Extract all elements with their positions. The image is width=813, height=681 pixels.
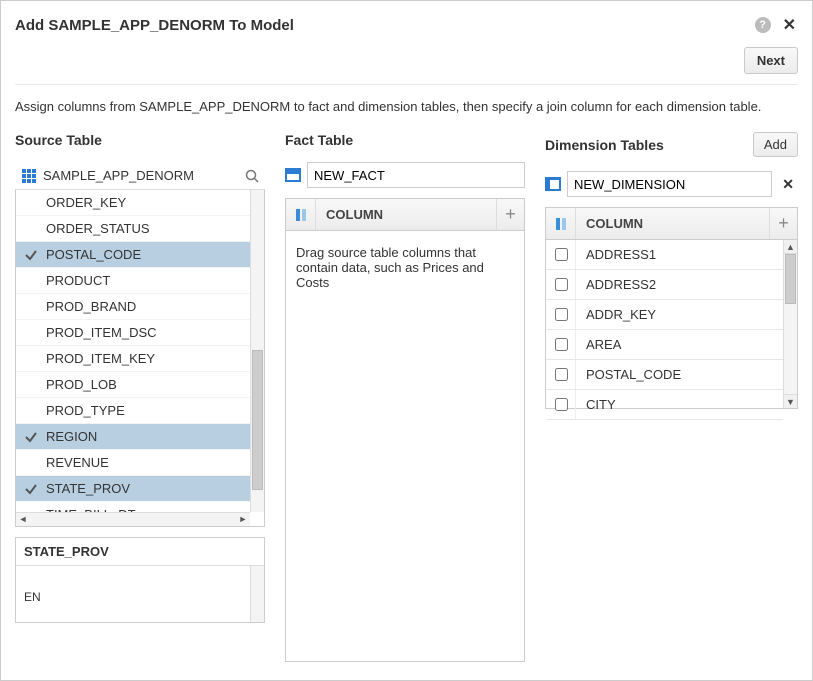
source-column-label: PROD_ITEM_KEY [46,351,155,366]
source-column-row[interactable]: PROD_TYPE [16,398,250,424]
check-icon [24,482,46,496]
dimension-column-icon [546,208,576,239]
source-column-label: POSTAL_CODE [46,247,141,262]
dimension-checkbox-cell [546,240,576,269]
dimension-checkbox-cell [546,300,576,329]
source-table-name: SAMPLE_APP_DENORM [43,168,194,183]
fact-column-header-label: COLUMN [316,207,496,222]
source-column-label: PRODUCT [46,273,110,288]
dimension-tables-section: Dimension Tables Add ✕ COLUMN + [545,132,798,409]
dimension-checkbox-cell [546,330,576,359]
dimension-column-checkbox[interactable] [555,308,568,321]
dimension-column-row[interactable]: ADDRESS2 [546,270,783,300]
dimension-column-row[interactable]: POSTAL_CODE [546,360,783,390]
fact-column-icon [286,199,316,230]
fact-table-section: Fact Table COLUMN + Drag source table co… [285,132,525,662]
column-detail-value: EN [16,566,264,612]
source-column-label: REVENUE [46,455,109,470]
dimension-vscrollbar[interactable] [783,254,797,394]
source-column-label: STATE_PROV [46,481,130,496]
dimension-column-header-label: COLUMN [576,216,769,231]
fact-table-icon [285,168,301,182]
column-detail-title: STATE_PROV [24,544,109,559]
source-column-row[interactable]: PRODUCT [16,268,250,294]
source-column-row[interactable]: ORDER_STATUS [16,216,250,242]
dimension-name-input[interactable] [567,171,772,197]
source-vscrollbar-thumb[interactable] [252,350,263,490]
dialog-title: Add SAMPLE_APP_DENORM To Model [15,17,294,34]
source-column-row[interactable]: PROD_ITEM_KEY [16,346,250,372]
dimension-checkbox-cell [546,360,576,389]
dimension-section-label: Dimension Tables [545,137,664,153]
source-column-row[interactable]: PROD_ITEM_DSC [16,320,250,346]
dimension-scroll-down-icon[interactable]: ▼ [783,394,797,408]
dimension-column-label: ADDRESS1 [576,247,666,262]
source-columns-list: ORDER_KEY ORDER_STATUS POSTAL_CODE PRODUCT P… [15,189,265,527]
dimension-scroll-up-icon[interactable]: ▲ [783,240,797,254]
source-vscrollbar[interactable] [250,190,264,512]
dimension-column-label: ADDR_KEY [576,307,666,322]
check-icon [24,248,46,262]
fact-placeholder-text: Drag source table columns that contain d… [296,245,484,290]
source-column-row[interactable]: POSTAL_CODE [16,242,250,268]
fact-columns-panel: COLUMN + Drag source table columns that … [285,198,525,662]
instruction-text: Assign columns from SAMPLE_APP_DENORM to… [15,85,798,132]
next-button[interactable]: Next [744,47,798,74]
dimension-checkbox-cell [546,390,576,419]
source-column-row[interactable]: PROD_LOB [16,372,250,398]
fact-dropzone[interactable]: Drag source table columns that contain d… [286,231,524,661]
add-to-model-dialog: Add SAMPLE_APP_DENORM To Model ? ✕ Next … [0,0,813,681]
source-column-row[interactable]: REGION [16,424,250,450]
wizard-button-row: Next [15,43,798,85]
source-column-row[interactable]: STATE_PROV [16,476,250,502]
dimension-column-label: POSTAL_CODE [576,367,691,382]
dimension-checkbox-cell [546,270,576,299]
source-column-label: ORDER_STATUS [46,221,150,236]
source-section-label: Source Table [15,132,102,148]
source-column-label: REGION [46,429,97,444]
source-column-label: PROD_BRAND [46,299,136,314]
dimension-column-row[interactable]: CITY [546,390,783,420]
column-detail-panel: STATE_PROV EN [15,537,265,623]
dimension-column-checkbox[interactable] [555,368,568,381]
search-icon[interactable] [245,169,259,183]
dimension-column-label: ADDRESS2 [576,277,666,292]
dimension-column-checkbox[interactable] [555,398,568,411]
dimension-add-column-icon[interactable]: + [769,208,797,239]
add-dimension-button[interactable]: Add [753,132,798,157]
dimension-column-checkbox[interactable] [555,278,568,291]
source-table-name-row: SAMPLE_APP_DENORM [15,162,265,189]
close-icon[interactable]: ✕ [781,15,798,35]
dimension-column-row[interactable]: ADDRESS1 [546,240,783,270]
remove-dimension-icon[interactable]: ✕ [778,176,798,193]
fact-add-column-icon[interactable]: + [496,199,524,230]
hscroll-left-icon[interactable]: ◄ [16,513,30,525]
hscroll-right-icon[interactable]: ► [236,513,250,525]
source-hscrollbar[interactable]: ◄ ► [16,512,250,526]
dimension-column-row[interactable]: AREA [546,330,783,360]
dimension-column-checkbox[interactable] [555,248,568,261]
dimension-column-row[interactable]: ADDR_KEY [546,300,783,330]
dimension-column-label: CITY [576,397,626,412]
source-column-label: PROD_TYPE [46,403,125,418]
fact-name-input[interactable] [307,162,525,188]
fact-section-label: Fact Table [285,132,353,148]
dimension-vscrollbar-thumb[interactable] [785,254,796,304]
dimension-column-checkbox[interactable] [555,338,568,351]
table-grid-icon [21,169,37,183]
check-icon [24,430,46,444]
source-column-label: ORDER_KEY [46,195,126,210]
dimension-columns-panel: COLUMN + ADDRESS1 ADDRESS2 ADDR_KEY AREA POS… [545,207,798,409]
source-column-row[interactable]: ORDER_KEY [16,190,250,216]
source-column-row[interactable]: PROD_BRAND [16,294,250,320]
source-column-label: PROD_LOB [46,377,117,392]
source-column-row[interactable]: REVENUE [16,450,250,476]
help-icon[interactable]: ? [755,17,771,33]
source-table-section: Source Table SAMPLE_APP_DENORM ORDER_KEY… [15,132,265,623]
dimension-column-label: AREA [576,337,631,352]
detail-vscrollbar[interactable] [250,566,264,622]
source-column-label: PROD_ITEM_DSC [46,325,157,340]
dialog-header: Add SAMPLE_APP_DENORM To Model ? ✕ [15,11,798,43]
dimension-table-icon [545,177,561,191]
